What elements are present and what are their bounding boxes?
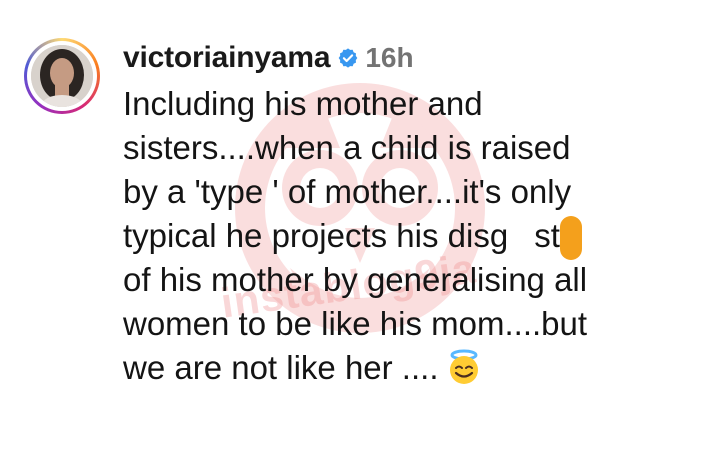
smiling-face-with-halo-icon	[444, 349, 484, 385]
censor-blob	[560, 216, 582, 260]
profile-photo-icon	[31, 45, 93, 107]
comment: instablog9ja victoriainyama 16h Includin…	[0, 0, 720, 461]
comment-line: sisters....when a child is raised	[123, 129, 571, 166]
comment-line: by a 'type ' of mother....it's only	[123, 173, 572, 210]
verified-badge-icon	[337, 47, 359, 69]
username[interactable]: victoriainyama	[123, 41, 331, 75]
avatar-photo	[31, 45, 93, 107]
avatar[interactable]	[24, 38, 100, 114]
comment-line: Including his mother and	[123, 85, 483, 122]
comment-line: typical he projects his disg st	[123, 217, 560, 254]
comment-line: we are not like her ....	[123, 346, 683, 390]
timestamp: 16h	[365, 42, 414, 73]
comment-text: Including his mother and sisters....when…	[123, 82, 683, 390]
comment-header: victoriainyama 16h	[123, 40, 414, 76]
comment-line: of his mother by generalising all	[123, 261, 588, 298]
comment-line: women to be like his mom....but	[123, 305, 588, 342]
